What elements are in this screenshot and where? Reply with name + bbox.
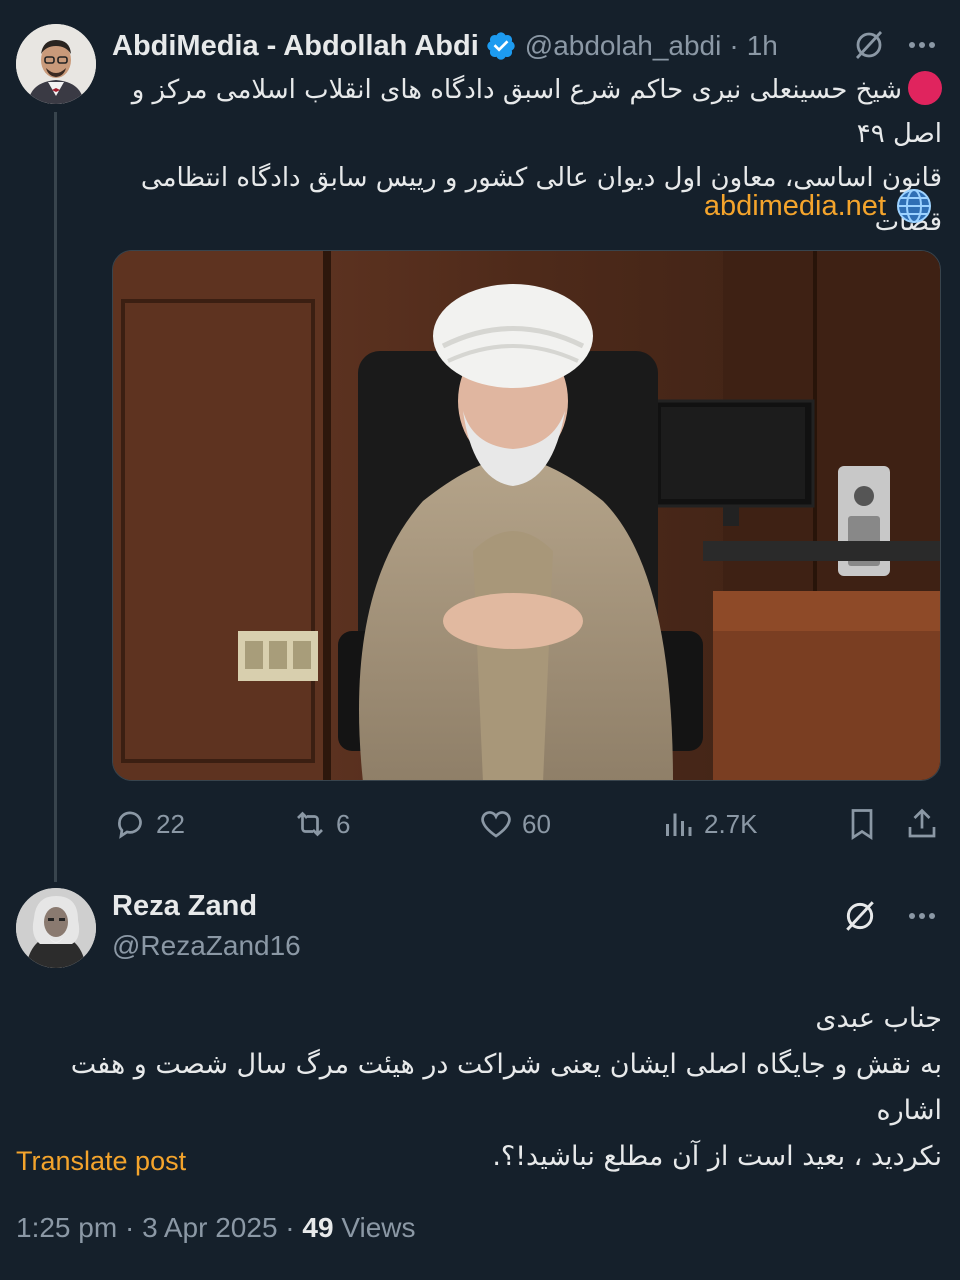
tweet-actions: 22 6 60 2.7K xyxy=(112,806,942,846)
repost-icon xyxy=(297,811,323,837)
reply-text-line1: جناب عبدی xyxy=(815,1003,942,1034)
share-button[interactable] xyxy=(904,806,948,842)
author-name[interactable]: AbdiMedia - Abdollah Abdi xyxy=(112,30,479,63)
globe-icon xyxy=(897,189,931,223)
views-button[interactable]: 2.7K xyxy=(660,806,758,842)
repost-button[interactable]: 6 xyxy=(292,806,350,842)
reply-count: 22 xyxy=(156,808,185,839)
bookmark-icon xyxy=(851,809,873,841)
verified-badge-icon xyxy=(487,32,515,60)
reply-icon xyxy=(118,811,142,839)
separator-dot: · xyxy=(285,1212,303,1243)
share-icon xyxy=(908,808,936,838)
author-avatar[interactable] xyxy=(16,24,96,104)
like-count: 60 xyxy=(522,808,551,839)
reply-views-label: Views xyxy=(341,1212,416,1243)
red-circle-icon xyxy=(908,71,942,105)
thread-connector xyxy=(54,112,57,882)
link-text[interactable]: abdimedia.net xyxy=(704,190,886,223)
reply-views-count: 49 xyxy=(302,1212,334,1243)
reply-author-avatar[interactable] xyxy=(16,888,96,968)
grok-icon[interactable] xyxy=(842,898,878,934)
like-button[interactable]: 60 xyxy=(478,806,551,842)
repost-count: 6 xyxy=(336,808,351,839)
views-count: 2.7K xyxy=(704,808,758,839)
reply-author-handle[interactable]: @RezaZand16 xyxy=(112,930,301,962)
tweet-header: AbdiMedia - Abdollah Abdi @abdolah_abdi … xyxy=(112,26,778,66)
grok-icon[interactable] xyxy=(852,28,886,62)
reply-author-name[interactable]: Reza Zand xyxy=(112,890,257,923)
like-icon xyxy=(481,811,511,838)
reply-meta: 1:25 pm · 3 Apr 2025 · 49 Views xyxy=(16,1212,416,1244)
reply-time[interactable]: 1:25 pm xyxy=(16,1212,117,1243)
time-ago[interactable]: 1h xyxy=(747,30,778,62)
more-icon[interactable] xyxy=(904,898,940,934)
reply-button[interactable]: 22 xyxy=(112,806,185,842)
more-icon[interactable] xyxy=(904,28,940,62)
reply-date[interactable]: 3 Apr 2025 xyxy=(142,1212,277,1243)
tweet-link[interactable]: abdimedia.net xyxy=(704,186,934,226)
bookmark-button[interactable] xyxy=(844,806,888,842)
author-handle[interactable]: @abdolah_abdi xyxy=(525,30,722,62)
tweet-image[interactable] xyxy=(112,250,941,781)
reply-text-line2: به نقش و جایگاه اصلی ایشان یعنی شراکت در… xyxy=(70,1049,942,1126)
separator-dot: · xyxy=(124,1212,143,1243)
translate-post-link[interactable]: Translate post xyxy=(16,1146,186,1177)
tweet-text-line: شیخ حسینعلی نیری حاکم شرع اسبق دادگاه ها… xyxy=(112,68,942,156)
tweet-text-line1: شیخ حسینعلی نیری حاکم شرع اسبق دادگاه ها… xyxy=(131,75,942,149)
separator-dot: · xyxy=(729,30,739,61)
views-icon xyxy=(666,813,692,836)
